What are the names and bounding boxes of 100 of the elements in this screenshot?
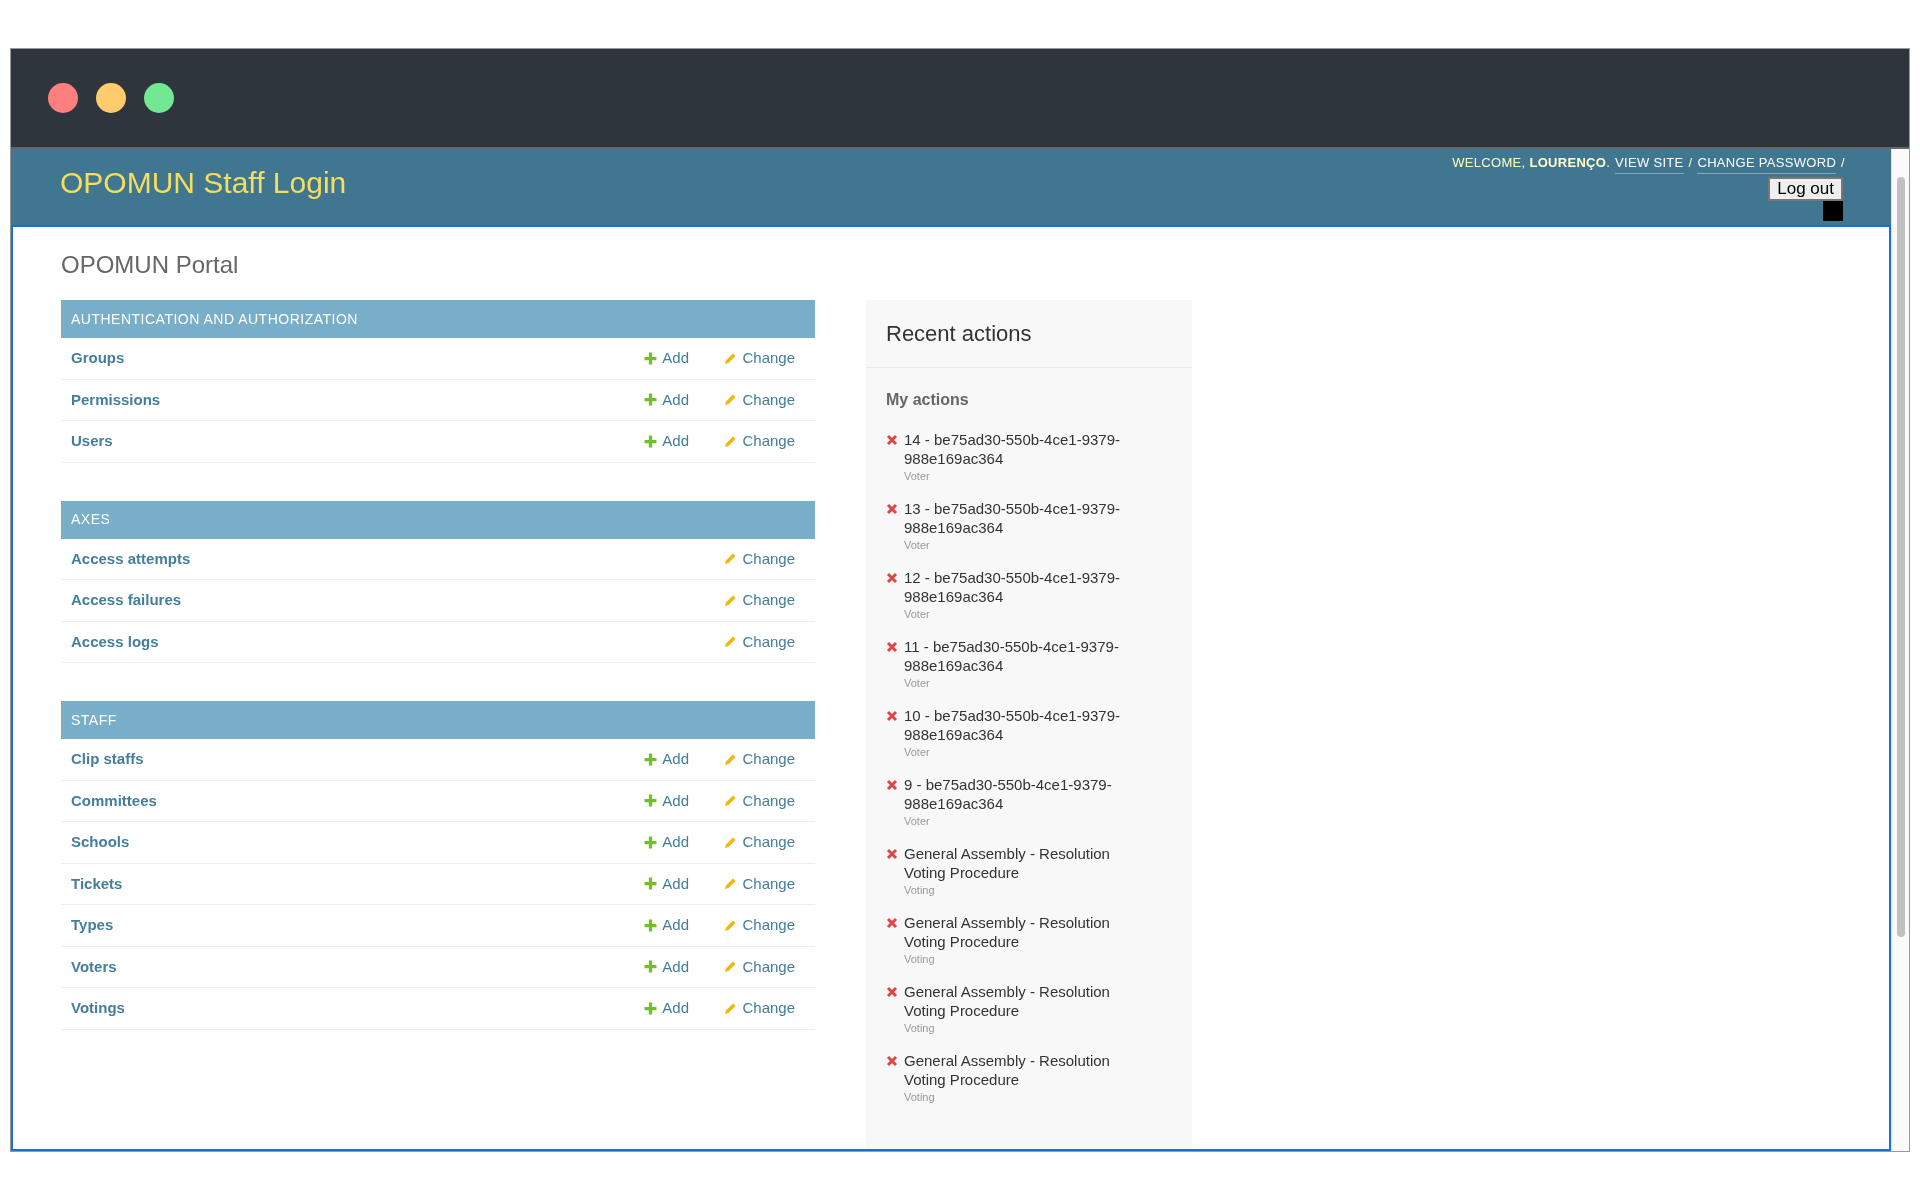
change-link[interactable]: Change — [724, 748, 795, 771]
change-link[interactable]: Change — [724, 589, 795, 612]
delete-icon — [886, 641, 898, 653]
change-link[interactable]: Change — [724, 547, 795, 570]
pencil-icon — [724, 835, 738, 849]
action-type-text: Voting — [904, 1090, 936, 1105]
pencil-icon — [724, 794, 738, 808]
model-link[interactable]: Groups — [71, 347, 609, 370]
separator-text: / — [1688, 154, 1693, 172]
change-link[interactable]: Change — [724, 630, 795, 653]
add-link[interactable]: Add — [644, 789, 689, 812]
plus-icon — [644, 835, 658, 849]
scrollbar-thumb[interactable] — [1896, 177, 1905, 937]
action-link[interactable]: 10 - be75ad30-550b-4ce1-9379-988e169ac364 — [904, 706, 1144, 744]
header-link[interactable]: VIEW SITE — [1615, 153, 1684, 174]
change-link[interactable]: Change — [724, 789, 795, 812]
module-caption: AUTHENTICATION AND AUTHORIZATION — [61, 300, 815, 338]
delete-icon — [886, 986, 898, 998]
add-link[interactable]: Add — [644, 388, 689, 411]
plus-icon — [644, 351, 658, 365]
model-link[interactable]: Users — [71, 430, 609, 453]
plus-icon — [644, 877, 658, 891]
change-link[interactable]: Change — [724, 997, 795, 1020]
model-link[interactable]: Access attempts — [71, 547, 609, 570]
model-link[interactable]: Committees — [71, 789, 609, 812]
action-type-text: Voting — [904, 952, 936, 967]
model-link[interactable]: Access failures — [71, 589, 609, 612]
action-type-text: Voter — [904, 814, 931, 829]
model-link[interactable]: Types — [71, 914, 609, 937]
add-link[interactable]: Add — [644, 831, 689, 854]
model-link[interactable]: Tickets — [71, 872, 609, 895]
pencil-icon — [724, 635, 738, 649]
pencil-icon — [724, 351, 738, 365]
delete-icon — [886, 779, 898, 791]
add-link[interactable]: Add — [644, 914, 689, 937]
change-link[interactable]: Change — [724, 872, 795, 895]
maximize-window-icon[interactable] — [144, 83, 174, 113]
my-actions-heading: My actions — [885, 390, 970, 410]
change-link[interactable]: Change — [724, 831, 795, 854]
pencil-icon — [724, 1001, 738, 1015]
change-link[interactable]: Change — [724, 955, 795, 978]
pencil-icon — [724, 918, 738, 932]
plus-icon — [644, 752, 658, 766]
change-link[interactable]: Change — [724, 388, 795, 411]
add-link[interactable]: Add — [644, 955, 689, 978]
action-link[interactable]: General Assembly - Resolution Voting Procedure — [904, 913, 1144, 951]
plus-icon — [644, 393, 658, 407]
model-link[interactable]: Clip staffs — [71, 748, 609, 771]
change-link[interactable]: Change — [724, 914, 795, 937]
pencil-icon — [724, 960, 738, 974]
action-link[interactable]: 9 - be75ad30-550b-4ce1-9379-988e169ac364 — [904, 775, 1144, 813]
add-link[interactable]: Add — [644, 997, 689, 1020]
action-link[interactable]: 13 - be75ad30-550b-4ce1-9379-988e169ac364 — [904, 499, 1144, 537]
recent-actions-title: Recent actions — [866, 300, 1192, 368]
action-link[interactable]: 14 - be75ad30-550b-4ce1-9379-988e169ac364 — [904, 430, 1144, 468]
action-link[interactable]: General Assembly - Resolution Voting Procedure — [904, 982, 1144, 1020]
model-link[interactable]: Schools — [71, 831, 609, 854]
plus-icon — [644, 918, 658, 932]
separator-text: / — [1841, 154, 1845, 172]
delete-icon — [886, 572, 898, 584]
delete-icon — [886, 434, 898, 446]
minimize-window-icon[interactable] — [96, 83, 126, 113]
delete-icon — [886, 503, 898, 515]
action-type-text: Voter — [904, 607, 931, 622]
square-mark — [1823, 200, 1843, 221]
add-link[interactable]: Add — [644, 872, 689, 895]
delete-icon — [886, 1055, 898, 1067]
action-link[interactable]: 12 - be75ad30-550b-4ce1-9379-988e169ac364 — [904, 568, 1144, 606]
add-link[interactable]: Add — [644, 347, 689, 370]
add-link[interactable]: Add — [644, 430, 689, 453]
plus-icon — [644, 960, 658, 974]
action-type-text: Voting — [904, 1021, 936, 1036]
model-link[interactable]: Access logs — [71, 630, 609, 653]
plus-icon — [644, 1001, 658, 1015]
pencil-icon — [724, 552, 738, 566]
action-link[interactable]: General Assembly - Resolution Voting Procedure — [904, 844, 1144, 882]
add-link[interactable]: Add — [644, 748, 689, 771]
change-link[interactable]: Change — [724, 430, 795, 453]
action-link[interactable]: 11 - be75ad30-550b-4ce1-9379-988e169ac364 — [904, 637, 1144, 675]
model-link[interactable]: Voters — [71, 955, 609, 978]
model-link[interactable]: Votings — [71, 997, 609, 1020]
model-link[interactable]: Permissions — [71, 388, 609, 411]
pencil-icon — [724, 393, 738, 407]
module-caption: STAFF — [61, 701, 815, 739]
action-link[interactable]: General Assembly - Resolution Voting Procedure — [904, 1051, 1144, 1089]
welcome-text: WELCOME, LOURENÇO. — [1452, 154, 1611, 172]
action-type-text: Voter — [904, 538, 931, 553]
logout-button[interactable]: Log out — [1768, 176, 1843, 201]
delete-icon — [886, 710, 898, 722]
action-type-text: Voter — [904, 745, 931, 760]
pencil-icon — [724, 593, 738, 607]
plus-icon — [644, 794, 658, 808]
header-link[interactable]: CHANGE PASSWORD — [1697, 153, 1837, 174]
change-link[interactable]: Change — [724, 347, 795, 370]
action-type-text: Voting — [904, 883, 936, 898]
site-title: OPOMUN Staff Login — [60, 165, 347, 201]
page-title: OPOMUN Portal — [61, 250, 240, 280]
close-window-icon[interactable] — [48, 83, 78, 113]
module-caption: AXES — [61, 500, 815, 539]
plus-icon — [644, 434, 658, 448]
